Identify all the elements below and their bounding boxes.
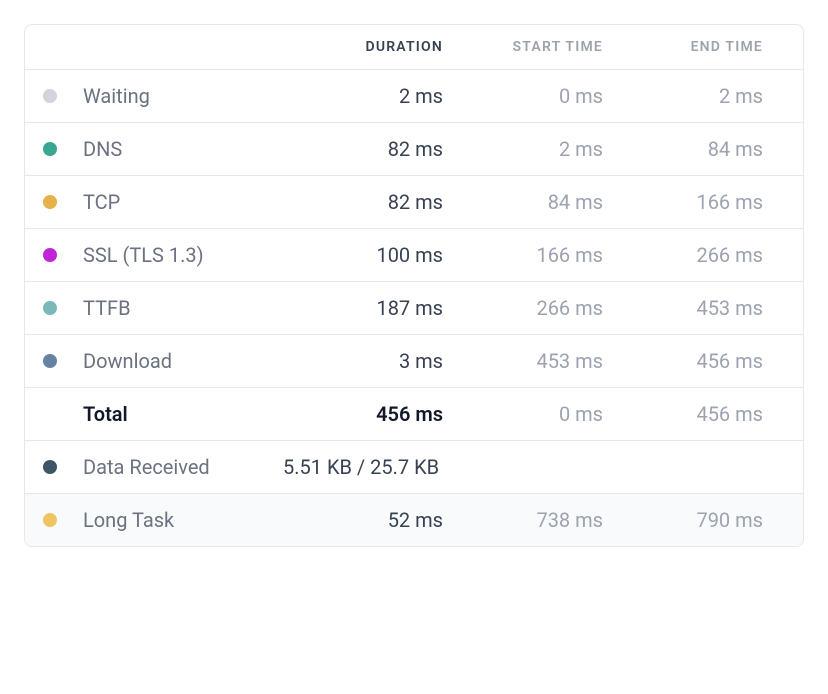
row-dns: DNS 82 ms 2 ms 84 ms	[25, 123, 803, 176]
label-total: Total	[83, 402, 283, 426]
row-total: Total 456 ms 0 ms 456 ms	[25, 388, 803, 441]
end-download: 456 ms	[603, 349, 763, 373]
dot-waiting	[43, 89, 57, 103]
end-waiting: 2 ms	[603, 84, 763, 108]
header-row: DURATION START TIME END TIME	[25, 25, 803, 70]
dot-long-task	[43, 513, 57, 527]
duration-ttfb: 187 ms	[283, 296, 443, 320]
end-ttfb: 453 ms	[603, 296, 763, 320]
end-tcp: 166 ms	[603, 190, 763, 214]
header-end-time: END TIME	[603, 39, 763, 55]
duration-tcp: 82 ms	[283, 190, 443, 214]
row-waiting: Waiting 2 ms 0 ms 2 ms	[25, 70, 803, 123]
duration-waiting: 2 ms	[283, 84, 443, 108]
label-long-task: Long Task	[83, 508, 283, 532]
start-download: 453 ms	[443, 349, 603, 373]
label-data-received: Data Received	[83, 455, 283, 479]
duration-total: 456 ms	[283, 402, 443, 426]
start-waiting: 0 ms	[443, 84, 603, 108]
value-data-received: 5.51 KB / 25.7 KB	[283, 455, 763, 479]
label-ssl: SSL (TLS 1.3)	[83, 243, 283, 267]
row-data-received: Data Received 5.51 KB / 25.7 KB	[25, 441, 803, 494]
label-dns: DNS	[83, 137, 283, 161]
dot-tcp	[43, 195, 57, 209]
header-duration: DURATION	[283, 39, 443, 55]
label-tcp: TCP	[83, 190, 283, 214]
timing-card: DURATION START TIME END TIME Waiting 2 m…	[24, 24, 804, 547]
end-ssl: 266 ms	[603, 243, 763, 267]
row-long-task: Long Task 52 ms 738 ms 790 ms	[25, 494, 803, 546]
start-ttfb: 266 ms	[443, 296, 603, 320]
end-total: 456 ms	[603, 402, 763, 426]
dot-ttfb	[43, 301, 57, 315]
duration-long-task: 52 ms	[283, 508, 443, 532]
start-dns: 2 ms	[443, 137, 603, 161]
duration-ssl: 100 ms	[283, 243, 443, 267]
dot-data-received	[43, 460, 57, 474]
start-ssl: 166 ms	[443, 243, 603, 267]
label-download: Download	[83, 349, 283, 373]
label-waiting: Waiting	[83, 84, 283, 108]
row-download: Download 3 ms 453 ms 456 ms	[25, 335, 803, 388]
header-start-time: START TIME	[443, 39, 603, 55]
label-ttfb: TTFB	[83, 296, 283, 320]
end-dns: 84 ms	[603, 137, 763, 161]
dot-ssl	[43, 248, 57, 262]
row-tcp: TCP 82 ms 84 ms 166 ms	[25, 176, 803, 229]
start-total: 0 ms	[443, 402, 603, 426]
duration-dns: 82 ms	[283, 137, 443, 161]
end-long-task: 790 ms	[603, 508, 763, 532]
duration-download: 3 ms	[283, 349, 443, 373]
dot-download	[43, 354, 57, 368]
start-long-task: 738 ms	[443, 508, 603, 532]
start-tcp: 84 ms	[443, 190, 603, 214]
row-ssl: SSL (TLS 1.3) 100 ms 166 ms 266 ms	[25, 229, 803, 282]
row-ttfb: TTFB 187 ms 266 ms 453 ms	[25, 282, 803, 335]
dot-dns	[43, 142, 57, 156]
